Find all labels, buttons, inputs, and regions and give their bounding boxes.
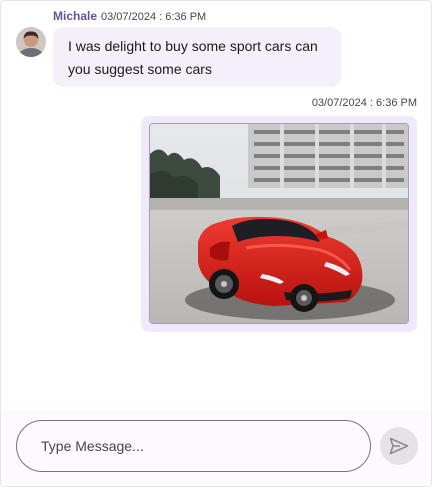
message-timestamp: 03/07/2024 : 6:36 PM (101, 11, 207, 23)
message-header: Michale 03/07/2024 : 6:36 PM (53, 9, 206, 23)
message-input[interactable] (16, 420, 371, 472)
incoming-message-bubble: I was delight to buy some sport cars can… (53, 27, 341, 87)
message-composer (1, 410, 431, 485)
car-image[interactable] (149, 123, 409, 324)
sender-name: Michale (53, 9, 98, 23)
send-icon (389, 437, 409, 455)
send-button[interactable] (380, 427, 418, 465)
user-avatar (16, 27, 46, 57)
message-text: I was delight to buy some sport cars can… (68, 38, 318, 77)
outgoing-timestamp: 03/07/2024 : 6:36 PM (311, 97, 417, 109)
